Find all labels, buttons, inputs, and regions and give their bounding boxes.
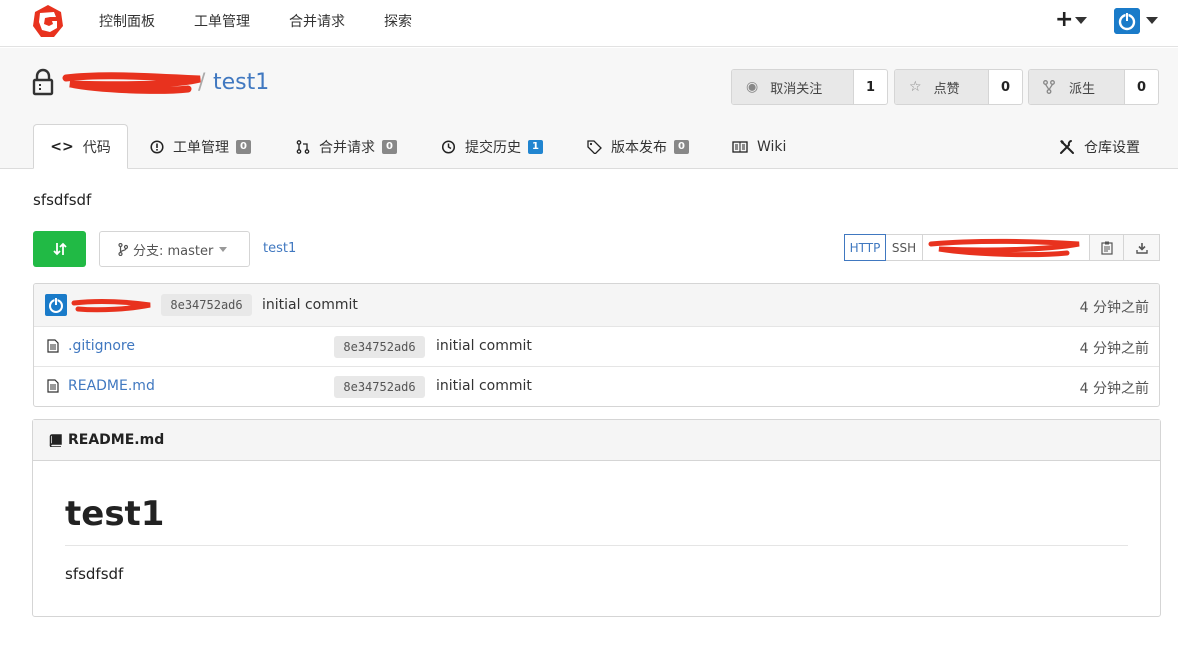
releases-count-badge: 0 — [674, 139, 689, 154]
clipboard-icon — [1100, 241, 1113, 255]
create-new-button[interactable]: + — [1055, 9, 1073, 31]
file-commit-message[interactable]: initial commit — [436, 378, 532, 394]
download-archive-button[interactable] — [1123, 234, 1160, 261]
readme-body: sfsdfsdf — [65, 565, 124, 583]
tab-commits[interactable]: 提交历史 1 — [441, 124, 543, 169]
branch-icon — [118, 242, 128, 256]
tab-code[interactable]: <> 代码 — [33, 124, 128, 169]
nav-pulls-link[interactable]: 合并请求 — [289, 11, 345, 31]
tab-issues-label: 工单管理 — [173, 139, 229, 156]
branch-caret-icon — [219, 246, 228, 252]
nav-dashboard-link[interactable]: 控制面板 — [99, 11, 155, 31]
clone-url-redacted — [928, 238, 1080, 258]
file-text-icon — [47, 379, 59, 393]
readme-panel: README.md test1 sfsdfsdf — [32, 419, 1161, 617]
file-name-link[interactable]: README.md — [68, 378, 155, 394]
user-avatar[interactable] — [1114, 8, 1140, 34]
star-icon: ☆ — [909, 79, 922, 95]
unwatch-label: 取消关注 — [770, 81, 823, 97]
nav-explore-link[interactable]: 探索 — [384, 11, 412, 31]
gogs-logo-icon[interactable] — [32, 4, 64, 38]
create-dropdown-caret-icon[interactable] — [1075, 17, 1087, 24]
ssh-clone-button[interactable]: SSH — [885, 234, 923, 261]
lock-icon — [32, 68, 54, 96]
file-commit-time: 4 分钟之前 — [1079, 341, 1149, 357]
readme-header: README.md — [33, 420, 1160, 461]
watch-count[interactable]: 1 — [854, 70, 887, 104]
copy-clone-url-button[interactable] — [1089, 234, 1124, 261]
breadcrumb-separator: / — [198, 70, 206, 95]
pull-request-icon — [296, 139, 310, 154]
repo-description: sfsdfsdf — [33, 191, 92, 209]
issue-icon — [150, 139, 164, 154]
user-dropdown-caret-icon[interactable] — [1146, 17, 1158, 24]
star-label: 点赞 — [933, 81, 960, 97]
fork-icon — [1043, 80, 1055, 94]
book-icon — [49, 433, 62, 447]
fork-button[interactable]: 派生 — [1029, 70, 1125, 104]
unwatch-button[interactable]: ◉ 取消关注 — [732, 70, 854, 104]
clone-url-bar: HTTP SSH — [844, 234, 1160, 261]
branch-label: 分支: master — [133, 243, 214, 259]
committer-name-redacted[interactable] — [70, 297, 155, 315]
file-name-link[interactable]: .gitignore — [68, 338, 135, 354]
http-clone-button[interactable]: HTTP — [844, 234, 886, 261]
owner-name-redacted[interactable] — [60, 70, 210, 94]
compare-pull-button[interactable] — [33, 231, 86, 267]
file-row[interactable]: .gitignore 8e34752ad6 initial commit 4 分… — [34, 327, 1159, 367]
eye-icon: ◉ — [746, 79, 759, 95]
file-commit-time: 4 分钟之前 — [1079, 381, 1149, 397]
branch-selector[interactable]: 分支: master — [99, 231, 250, 267]
file-row[interactable]: README.md 8e34752ad6 initial commit 4 分钟… — [34, 367, 1159, 406]
fork-count[interactable]: 0 — [1125, 70, 1158, 104]
tab-releases[interactable]: 版本发布 0 — [587, 124, 689, 169]
sync-arrows-icon — [52, 242, 67, 256]
pulls-count-badge: 0 — [382, 139, 397, 154]
file-commit-sha[interactable]: 8e34752ad6 — [334, 336, 425, 358]
fork-label: 派生 — [1069, 81, 1096, 97]
top-navbar: 控制面板 工单管理 合并请求 探索 + — [0, 0, 1178, 47]
tab-wiki[interactable]: Wiki — [732, 124, 786, 169]
latest-commit-message[interactable]: initial commit — [262, 297, 358, 313]
fork-button-group[interactable]: 派生 0 — [1028, 69, 1159, 105]
tab-settings[interactable]: 仓库设置 — [1059, 124, 1140, 169]
tab-releases-label: 版本发布 — [611, 139, 667, 156]
latest-commit-time: 4 分钟之前 — [1079, 300, 1149, 316]
readme-divider — [65, 545, 1128, 546]
book-icon — [732, 140, 748, 153]
file-text-icon — [47, 339, 59, 353]
tools-icon — [1060, 139, 1074, 154]
watch-button-group[interactable]: ◉ 取消关注 1 — [731, 69, 888, 105]
download-icon — [1135, 242, 1148, 254]
tab-settings-label: 仓库设置 — [1084, 139, 1140, 156]
clone-url-input[interactable] — [922, 234, 1090, 261]
committer-avatar[interactable] — [45, 294, 67, 316]
latest-commit-sha[interactable]: 8e34752ad6 — [161, 294, 252, 316]
star-count[interactable]: 0 — [989, 70, 1022, 104]
issues-count-badge: 0 — [236, 139, 251, 154]
tab-pulls[interactable]: 合并请求 0 — [296, 124, 397, 169]
file-commit-sha[interactable]: 8e34752ad6 — [334, 376, 425, 398]
file-commit-message[interactable]: initial commit — [436, 338, 532, 354]
tag-icon — [587, 139, 602, 154]
path-breadcrumb-root[interactable]: test1 — [263, 241, 296, 256]
history-icon — [441, 139, 456, 154]
latest-commit-row: 8e34752ad6 initial commit 4 分钟之前 — [34, 284, 1159, 327]
tab-pulls-label: 合并请求 — [319, 139, 375, 156]
repo-name-link[interactable]: test1 — [213, 70, 269, 95]
readme-filename: README.md — [68, 432, 165, 448]
commits-count-badge: 1 — [528, 139, 543, 154]
file-table: 8e34752ad6 initial commit 4 分钟之前 .gitign… — [33, 283, 1160, 407]
readme-heading: test1 — [65, 494, 165, 534]
star-button-group[interactable]: ☆ 点赞 0 — [894, 69, 1023, 105]
nav-issues-link[interactable]: 工单管理 — [194, 11, 250, 31]
tab-issues[interactable]: 工单管理 0 — [150, 124, 251, 169]
tab-commits-label: 提交历史 — [465, 139, 521, 156]
code-icon: <> — [50, 138, 74, 155]
tab-wiki-label: Wiki — [757, 138, 787, 155]
tab-code-label: 代码 — [82, 139, 111, 156]
star-button[interactable]: ☆ 点赞 — [895, 70, 989, 104]
